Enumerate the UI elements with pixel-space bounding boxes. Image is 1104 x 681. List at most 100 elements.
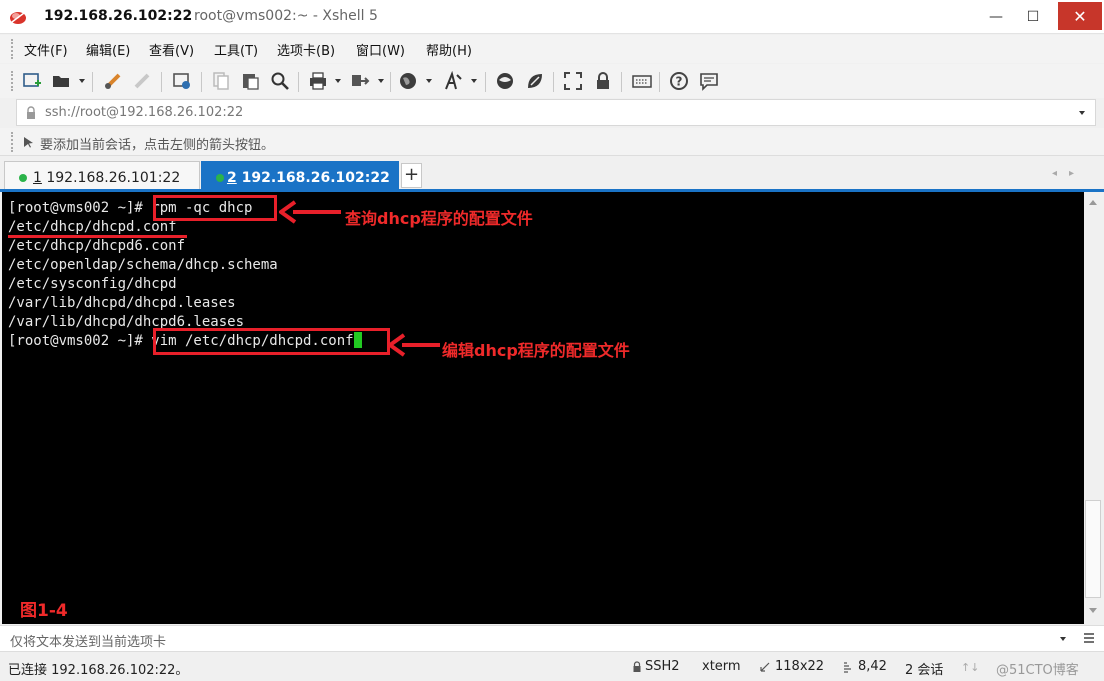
menu-grip[interactable]: [11, 39, 14, 59]
session-hint-bar: 要添加当前会话，点击左侧的箭头按钮。: [0, 128, 1104, 156]
menu-help[interactable]: 帮助(H): [426, 40, 472, 59]
tab-label: 2 192.168.26.102:22: [227, 170, 390, 186]
hint-text: 要添加当前会话，点击左侧的箭头按钮。: [40, 138, 275, 153]
keyboard-icon[interactable]: [632, 71, 652, 91]
highlight-underline-dhcpd-conf: [8, 235, 187, 238]
minimize-button[interactable]: —: [984, 6, 1008, 28]
add-tab-button[interactable]: +: [401, 163, 422, 188]
toolbar-separator: [621, 72, 622, 92]
xftp-icon[interactable]: [495, 71, 515, 91]
compose-menu-icon[interactable]: [1082, 631, 1096, 645]
close-button[interactable]: ✕: [1058, 2, 1102, 30]
font-icon[interactable]: [443, 71, 463, 91]
tab-session-2[interactable]: 2 192.168.26.102:22: [201, 161, 399, 192]
terminal-area[interactable]: [root@vms002 ~]# rpm -qc dhcp /etc/dhcp/…: [2, 192, 1084, 624]
toolbar-separator: [161, 72, 162, 92]
menu-view[interactable]: 查看(V): [149, 40, 194, 59]
resize-icon: [760, 662, 770, 672]
xmanager-icon[interactable]: [525, 71, 545, 91]
tab-bar: 1 192.168.26.101:22 2 192.168.26.102:22: [0, 157, 1104, 192]
toolbar-separator: [659, 72, 660, 92]
help-icon[interactable]: ?: [669, 71, 689, 91]
terminal-line: /etc/sysconfig/dhcpd: [8, 276, 177, 292]
toolbar: ?: [0, 64, 1104, 98]
status-protocol: SSH2: [645, 659, 680, 674]
tab-status-dot: [216, 174, 224, 182]
cursor-position-icon: [844, 662, 851, 673]
address-bar[interactable]: ssh://root@192.168.26.102:22: [16, 99, 1096, 126]
status-cursor-position: 8,42: [858, 659, 887, 674]
status-terminal-type: xterm: [702, 659, 741, 674]
copy-icon[interactable]: [211, 71, 231, 91]
maximize-button[interactable]: ☐: [1021, 6, 1045, 28]
transfer-dropdown-icon[interactable]: [378, 79, 384, 83]
tab-session-1[interactable]: 1 192.168.26.101:22: [4, 161, 200, 192]
connect-icon[interactable]: [103, 71, 123, 91]
scroll-down-icon[interactable]: [1089, 608, 1097, 613]
address-dropdown-icon[interactable]: [1079, 111, 1085, 115]
toolbar-separator: [201, 72, 202, 92]
font-dropdown-icon[interactable]: [471, 79, 477, 83]
menu-tools[interactable]: 工具(T): [214, 40, 258, 59]
open-folder-dropdown-icon[interactable]: [79, 79, 85, 83]
ssh-lock-icon: [633, 661, 641, 672]
toolbar-separator: [390, 72, 391, 92]
watermark: @51CTO博客: [996, 663, 1079, 678]
toolbar-separator: [298, 72, 299, 92]
compose-bar[interactable]: 仅将文本发送到当前选项卡: [0, 625, 1104, 652]
terminal-line: /var/lib/dhcpd/dhcpd.leases: [8, 295, 236, 311]
menu-file[interactable]: 文件(F): [24, 40, 68, 59]
address-lock-icon: [27, 106, 35, 119]
fullscreen-icon[interactable]: [563, 71, 583, 91]
terminal-scrollbar[interactable]: [1084, 192, 1102, 624]
terminal-line: /etc/openldap/schema/dhcp.schema: [8, 257, 278, 273]
terminal-line: /etc/dhcp/dhcpd6.conf: [8, 238, 186, 254]
tab-status-dot: [19, 174, 27, 182]
disconnect-icon[interactable]: [132, 71, 152, 91]
compose-input[interactable]: 仅将文本发送到当前选项卡: [10, 631, 166, 650]
tab-label: 1 192.168.26.101:22: [33, 170, 181, 186]
highlight-box-vim: [153, 328, 390, 355]
toolbar-separator: [485, 72, 486, 92]
menu-window[interactable]: 窗口(W): [356, 40, 405, 59]
arrow-left-icon: [279, 200, 341, 224]
tab-scroll-arrows[interactable]: ◂▸: [1052, 168, 1086, 179]
annotation-edit-config: 编辑dhcp程序的配置文件: [442, 341, 630, 360]
globe-icon[interactable]: [398, 71, 418, 91]
status-bar: 已连接 192.168.26.102:22。 SSH2 xterm 118x22…: [0, 653, 1104, 681]
toolbar-separator: [92, 72, 93, 92]
status-sessions: 2 会话: [905, 663, 944, 678]
window-title-host: 192.168.26.102:22: [44, 8, 193, 24]
menu-edit[interactable]: 编辑(E): [86, 40, 130, 59]
xshell-logo-icon: [10, 12, 26, 24]
compose-dropdown-icon[interactable]: [1060, 637, 1066, 641]
connection-status: 已连接 192.168.26.102:22。: [8, 663, 189, 678]
open-folder-icon[interactable]: [51, 71, 71, 91]
arrow-hint-icon[interactable]: [22, 135, 36, 149]
svg-text:?: ?: [676, 75, 683, 89]
title-bar[interactable]: 192.168.26.102:22 root@vms002:~ - Xshell…: [0, 0, 1104, 34]
print-dropdown-icon[interactable]: [335, 79, 341, 83]
hint-grip[interactable]: [11, 132, 14, 152]
properties-icon[interactable]: [172, 71, 192, 91]
chat-icon[interactable]: [699, 71, 719, 91]
paste-icon[interactable]: [240, 71, 260, 91]
address-input[interactable]: ssh://root@192.168.26.102:22: [45, 105, 243, 120]
menu-tabs[interactable]: 选项卡(B): [277, 40, 335, 59]
scroll-up-icon[interactable]: [1089, 200, 1097, 205]
find-icon[interactable]: [270, 71, 290, 91]
toolbar-grip[interactable]: [11, 71, 14, 91]
toolbar-separator: [553, 72, 554, 92]
window-title: root@vms002:~ - Xshell 5: [194, 8, 378, 24]
annotation-query-config: 查询dhcp程序的配置文件: [345, 209, 533, 228]
arrow-left-icon: [388, 333, 440, 357]
lock-icon[interactable]: [593, 71, 613, 91]
globe-dropdown-icon[interactable]: [426, 79, 432, 83]
print-icon[interactable]: [308, 71, 328, 91]
menu-bar: 文件(F) 编辑(E) 查看(V) 工具(T) 选项卡(B) 窗口(W) 帮助(…: [0, 35, 1104, 63]
scrollbar-thumb[interactable]: [1085, 500, 1101, 598]
transfer-icon[interactable]: [350, 71, 370, 91]
figure-label: 图1-4: [20, 601, 68, 621]
status-nav-arrows[interactable]: ↑↓: [961, 661, 979, 674]
new-session-icon[interactable]: [22, 71, 42, 91]
